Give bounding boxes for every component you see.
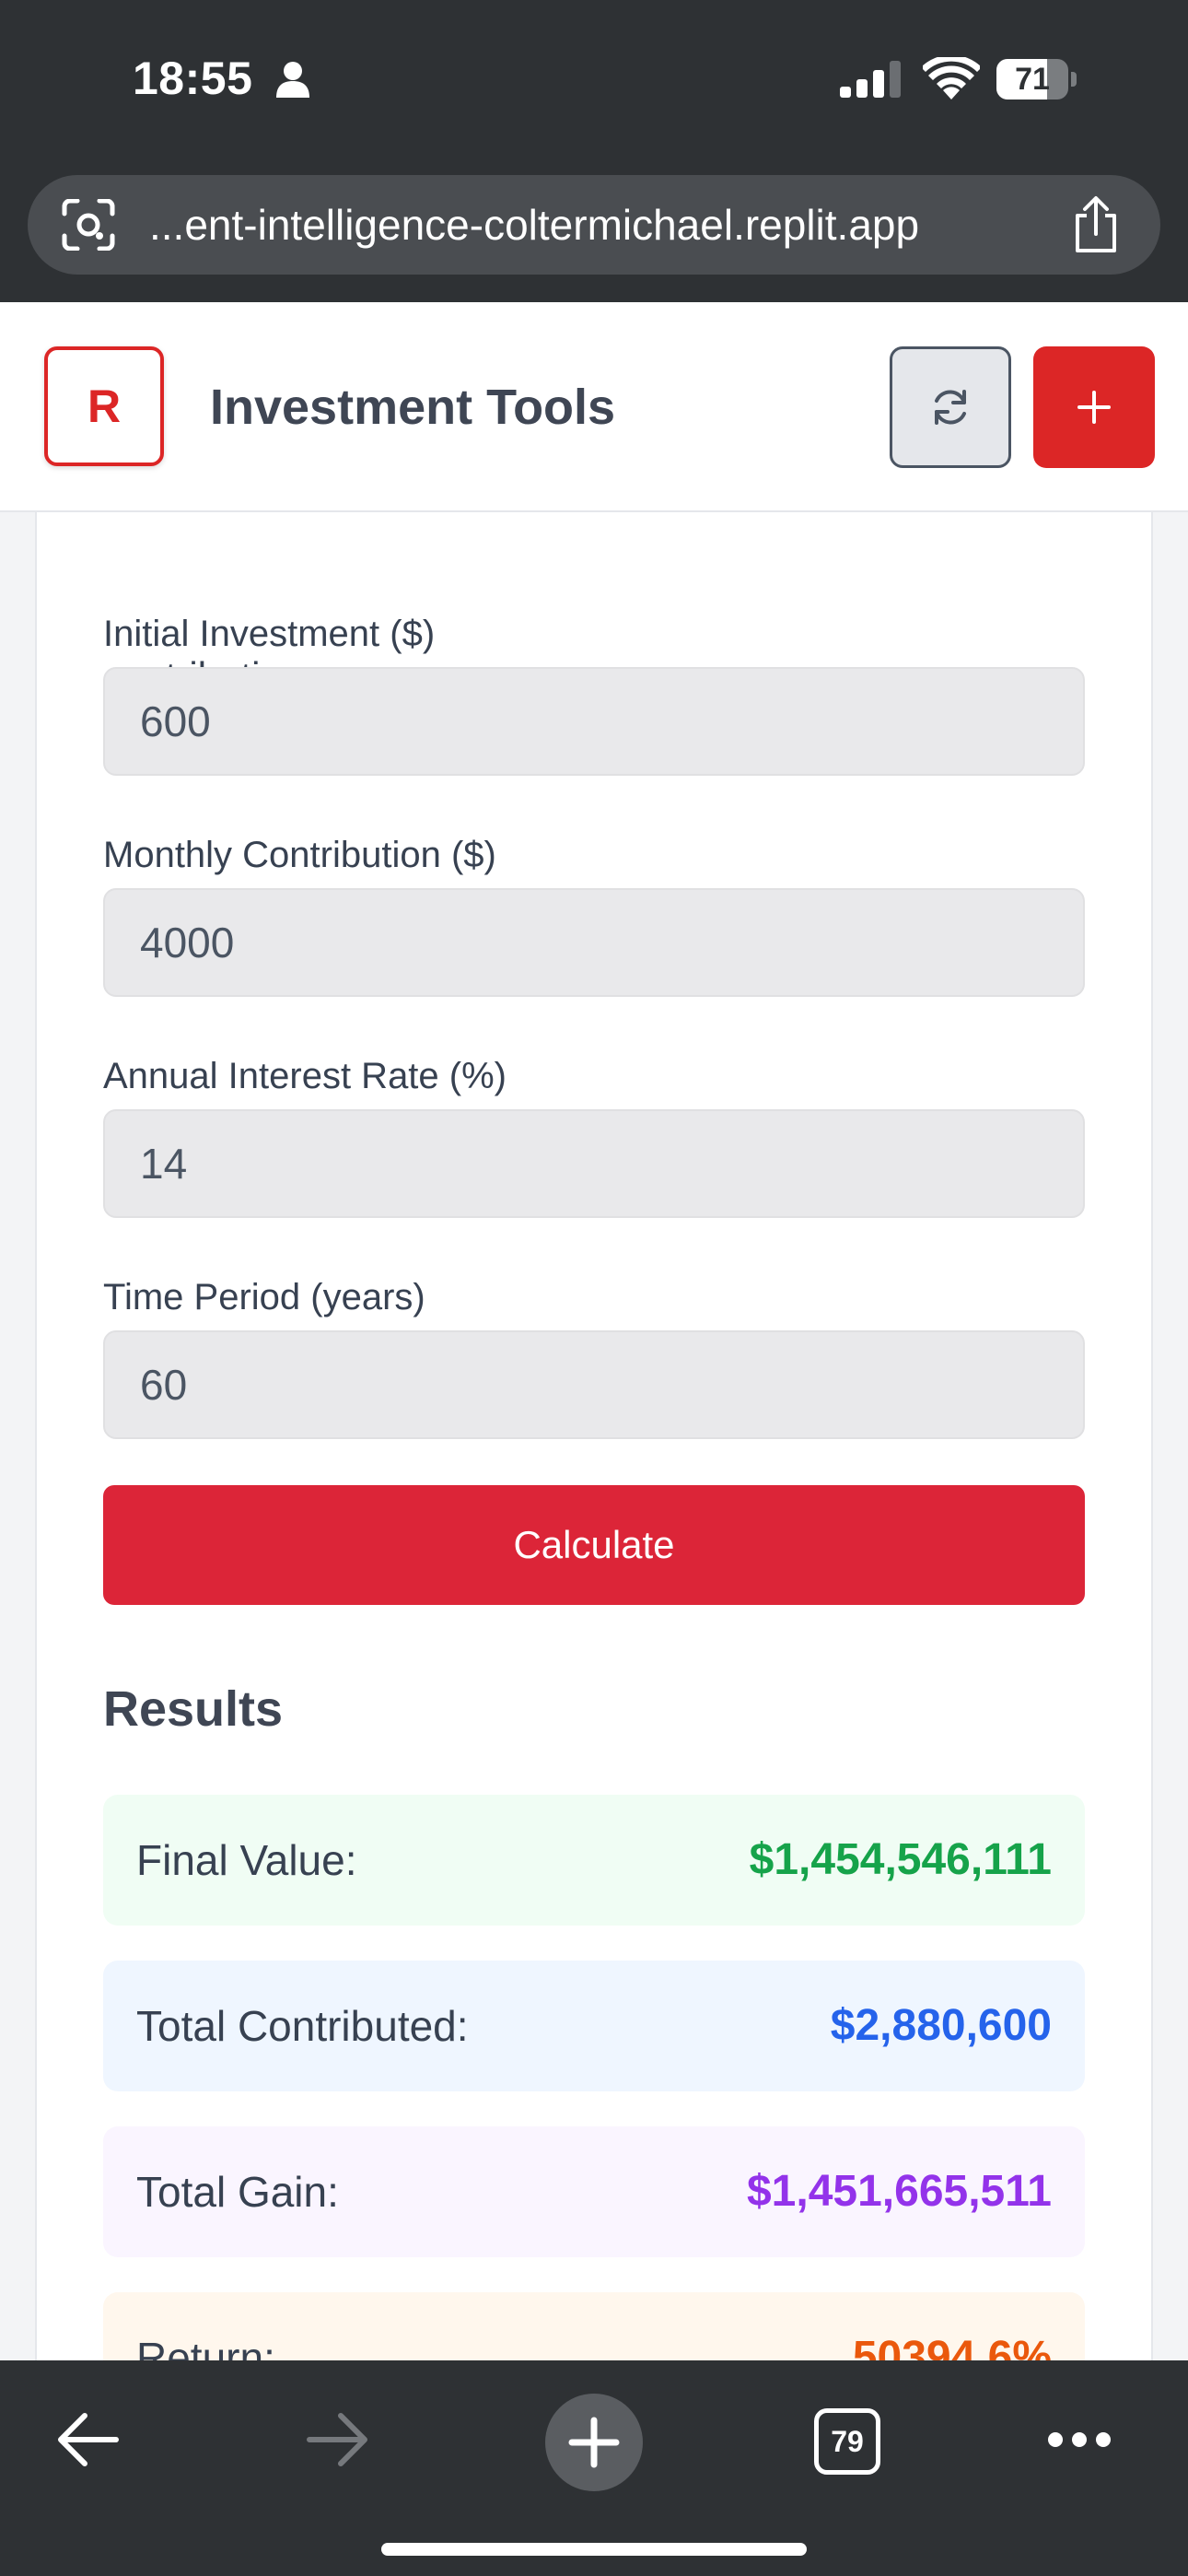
- new-tab-button[interactable]: [545, 2394, 643, 2491]
- status-bar: 18:55 71: [0, 0, 1188, 157]
- app-header: R Investment Tools: [0, 302, 1188, 512]
- initial-investment-label: Initial Investment ($): [103, 614, 436, 654]
- more-icon[interactable]: [1046, 2430, 1112, 2449]
- initial-investment-input[interactable]: [103, 667, 1085, 776]
- result-value: $1,451,665,511: [746, 2167, 1052, 2216]
- time-period-input[interactable]: [103, 1330, 1085, 1439]
- result-final-value: Final Value: $1,454,546,111: [103, 1795, 1085, 1926]
- result-value: $1,454,546,111: [749, 1835, 1052, 1884]
- refresh-button[interactable]: [890, 346, 1011, 468]
- app-logo[interactable]: R: [44, 346, 164, 466]
- url-text[interactable]: ...ent-intelligence-coltermichael.replit…: [149, 175, 1061, 275]
- url-bar[interactable]: ...ent-intelligence-coltermichael.replit…: [28, 175, 1160, 275]
- result-label: Total Contributed:: [136, 2002, 469, 2050]
- results-heading: Results: [103, 1681, 284, 1737]
- time-period-label: Time Period (years): [103, 1277, 425, 1317]
- signal-icon: [840, 61, 901, 98]
- person-icon: [276, 62, 309, 98]
- monthly-contribution-input[interactable]: [103, 888, 1085, 997]
- refresh-icon: [935, 390, 966, 425]
- home-indicator: [381, 2543, 807, 2556]
- browser-toolbar: 79: [0, 2360, 1188, 2576]
- tabs-button[interactable]: 79: [814, 2408, 880, 2475]
- result-label: Total Gain:: [136, 2168, 339, 2216]
- result-value: 50394.6%: [852, 2333, 1052, 2360]
- status-time: 18:55: [133, 53, 253, 104]
- page-title: Investment Tools: [210, 380, 616, 435]
- monthly-contribution-label: Monthly Contribution ($): [103, 835, 496, 875]
- back-icon[interactable]: [55, 2410, 120, 2469]
- result-total-contributed: Total Contributed: $2,880,600: [103, 1961, 1085, 2091]
- result-value: $2,880,600: [830, 2001, 1052, 2050]
- page-content: R Investment Tools contributions Initial…: [0, 302, 1188, 2360]
- battery-icon: 71: [996, 59, 1077, 100]
- calculate-button[interactable]: Calculate: [103, 1485, 1085, 1605]
- interest-rate-input[interactable]: [103, 1109, 1085, 1218]
- lens-icon[interactable]: [61, 199, 116, 251]
- plus-icon: [568, 2417, 620, 2468]
- result-label: Return:: [136, 2334, 275, 2360]
- add-button[interactable]: [1033, 346, 1155, 468]
- result-return: Return: 50394.6%: [103, 2292, 1085, 2360]
- tabs-icon: 79: [831, 2425, 864, 2458]
- result-label: Final Value:: [136, 1836, 357, 1884]
- wifi-icon: [923, 57, 980, 100]
- plus-icon: [1077, 391, 1111, 424]
- result-total-gain: Total Gain: $1,451,665,511: [103, 2126, 1085, 2257]
- battery-level: 71: [1015, 62, 1050, 97]
- interest-rate-label: Annual Interest Rate (%): [103, 1056, 507, 1096]
- forward-icon[interactable]: [306, 2410, 370, 2469]
- logo-letter: R: [87, 381, 122, 432]
- share-icon[interactable]: [1070, 195, 1122, 254]
